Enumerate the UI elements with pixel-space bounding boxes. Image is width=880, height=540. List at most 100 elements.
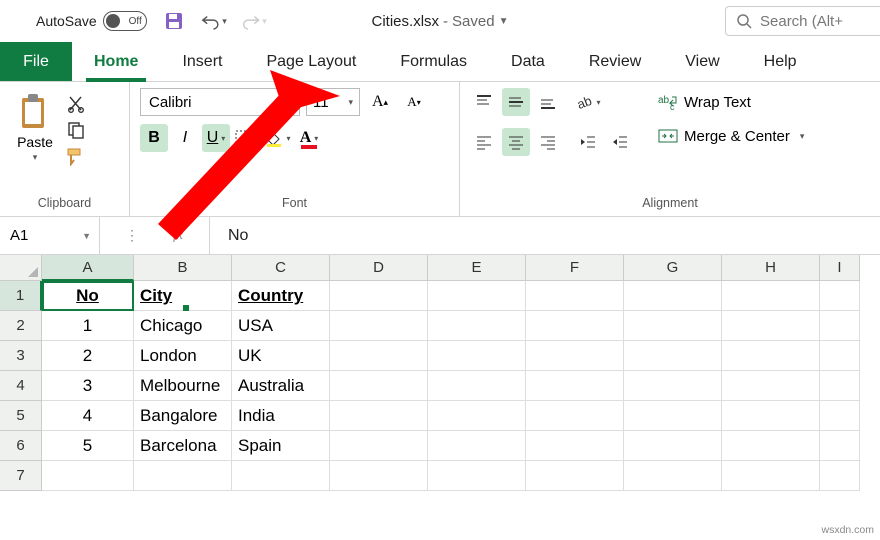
cell[interactable] bbox=[232, 461, 330, 491]
cell[interactable]: UK bbox=[232, 341, 330, 371]
increase-indent-icon[interactable] bbox=[606, 128, 634, 156]
search-input[interactable]: Search (Alt+ bbox=[725, 6, 880, 36]
cell[interactable] bbox=[526, 461, 624, 491]
name-box[interactable]: A1▼ bbox=[0, 217, 100, 254]
cell[interactable] bbox=[526, 401, 624, 431]
merge-center-button[interactable]: Merge & Center ▾ bbox=[652, 122, 810, 150]
align-middle-icon[interactable] bbox=[502, 88, 530, 116]
align-left-icon[interactable] bbox=[470, 128, 498, 156]
align-center-icon[interactable] bbox=[502, 128, 530, 156]
row-header[interactable]: 1 bbox=[0, 281, 42, 311]
cell[interactable]: 3 bbox=[42, 371, 134, 401]
col-header[interactable]: E bbox=[428, 255, 526, 281]
col-header[interactable]: H bbox=[722, 255, 820, 281]
font-name-selector[interactable]: Calibri▾ bbox=[140, 88, 300, 116]
cell[interactable]: London bbox=[134, 341, 232, 371]
col-header[interactable]: G bbox=[624, 255, 722, 281]
align-right-icon[interactable] bbox=[534, 128, 562, 156]
cell[interactable] bbox=[428, 461, 526, 491]
row-header[interactable]: 5 bbox=[0, 401, 42, 431]
cell[interactable] bbox=[820, 401, 860, 431]
cell[interactable] bbox=[722, 431, 820, 461]
formula-input[interactable]: No bbox=[210, 227, 880, 245]
cell[interactable] bbox=[330, 341, 428, 371]
font-size-selector[interactable]: 11▾ bbox=[306, 88, 360, 116]
row-header[interactable]: 3 bbox=[0, 341, 42, 371]
cell[interactable] bbox=[624, 341, 722, 371]
wrap-text-button[interactable]: abc Wrap Text bbox=[652, 88, 810, 116]
tab-help[interactable]: Help bbox=[742, 42, 819, 81]
row-header[interactable]: 4 bbox=[0, 371, 42, 401]
col-header[interactable]: F bbox=[526, 255, 624, 281]
cell[interactable] bbox=[330, 461, 428, 491]
col-header[interactable]: D bbox=[330, 255, 428, 281]
cell[interactable] bbox=[820, 461, 860, 491]
cell[interactable]: Melbourne bbox=[134, 371, 232, 401]
tab-insert[interactable]: Insert bbox=[160, 42, 244, 81]
cell[interactable]: 2 bbox=[42, 341, 134, 371]
cell[interactable]: Country bbox=[232, 281, 330, 311]
cell[interactable] bbox=[526, 281, 624, 311]
borders-button[interactable]: ▾ bbox=[233, 124, 261, 152]
col-header[interactable]: B bbox=[134, 255, 232, 281]
cell[interactable] bbox=[722, 371, 820, 401]
save-icon[interactable] bbox=[161, 8, 187, 34]
cell[interactable] bbox=[526, 311, 624, 341]
cell[interactable]: Bangalore bbox=[134, 401, 232, 431]
cell[interactable] bbox=[526, 341, 624, 371]
cell[interactable] bbox=[722, 281, 820, 311]
cell[interactable]: USA bbox=[232, 311, 330, 341]
align-bottom-icon[interactable] bbox=[534, 88, 562, 116]
cell[interactable] bbox=[428, 311, 526, 341]
cell[interactable]: Barcelona bbox=[134, 431, 232, 461]
decrease-font-icon[interactable]: A▾ bbox=[400, 88, 428, 116]
col-header[interactable]: I bbox=[820, 255, 860, 281]
tab-view[interactable]: View bbox=[663, 42, 741, 81]
decrease-indent-icon[interactable] bbox=[574, 128, 602, 156]
row-header[interactable]: 6 bbox=[0, 431, 42, 461]
cell[interactable] bbox=[330, 401, 428, 431]
row-header[interactable]: 2 bbox=[0, 311, 42, 341]
cut-icon[interactable] bbox=[66, 94, 88, 114]
cell[interactable] bbox=[624, 371, 722, 401]
increase-font-icon[interactable]: A▴ bbox=[366, 88, 394, 116]
cell[interactable]: No bbox=[42, 281, 134, 311]
document-title[interactable]: Cities.xlsx - Saved ▼ bbox=[372, 13, 509, 30]
cell[interactable] bbox=[134, 461, 232, 491]
cell[interactable] bbox=[820, 371, 860, 401]
redo-icon[interactable]: ▾ bbox=[241, 8, 267, 34]
orientation-icon[interactable]: ab▾ bbox=[574, 88, 602, 116]
tab-review[interactable]: Review bbox=[567, 42, 663, 81]
cell[interactable]: Chicago bbox=[134, 311, 232, 341]
cell[interactable] bbox=[428, 341, 526, 371]
tab-formulas[interactable]: Formulas bbox=[378, 42, 489, 81]
align-top-icon[interactable] bbox=[470, 88, 498, 116]
italic-button[interactable]: I bbox=[171, 124, 199, 152]
cell[interactable] bbox=[330, 311, 428, 341]
cell[interactable] bbox=[820, 341, 860, 371]
cell[interactable] bbox=[820, 281, 860, 311]
cell[interactable]: Spain bbox=[232, 431, 330, 461]
format-painter-icon[interactable] bbox=[66, 146, 88, 166]
tab-data[interactable]: Data bbox=[489, 42, 567, 81]
cell[interactable]: 5 bbox=[42, 431, 134, 461]
select-all-corner[interactable] bbox=[0, 255, 42, 281]
font-color-button[interactable]: A▾ bbox=[295, 124, 323, 152]
copy-icon[interactable] bbox=[66, 120, 88, 140]
cell[interactable] bbox=[428, 281, 526, 311]
tab-file[interactable]: File bbox=[0, 42, 72, 81]
cell[interactable] bbox=[722, 401, 820, 431]
cell[interactable]: 4 bbox=[42, 401, 134, 431]
cell[interactable] bbox=[42, 461, 134, 491]
cell[interactable] bbox=[624, 281, 722, 311]
fx-icon[interactable]: fx bbox=[161, 228, 195, 244]
col-header[interactable]: A bbox=[42, 255, 134, 281]
fill-color-button[interactable]: ▾ bbox=[264, 124, 292, 152]
cell[interactable] bbox=[428, 401, 526, 431]
cell[interactable] bbox=[428, 371, 526, 401]
autosave-toggle[interactable]: Off bbox=[103, 11, 147, 31]
undo-icon[interactable]: ▾ bbox=[201, 8, 227, 34]
cell[interactable] bbox=[722, 461, 820, 491]
tab-home[interactable]: Home bbox=[72, 42, 160, 81]
row-header[interactable]: 7 bbox=[0, 461, 42, 491]
